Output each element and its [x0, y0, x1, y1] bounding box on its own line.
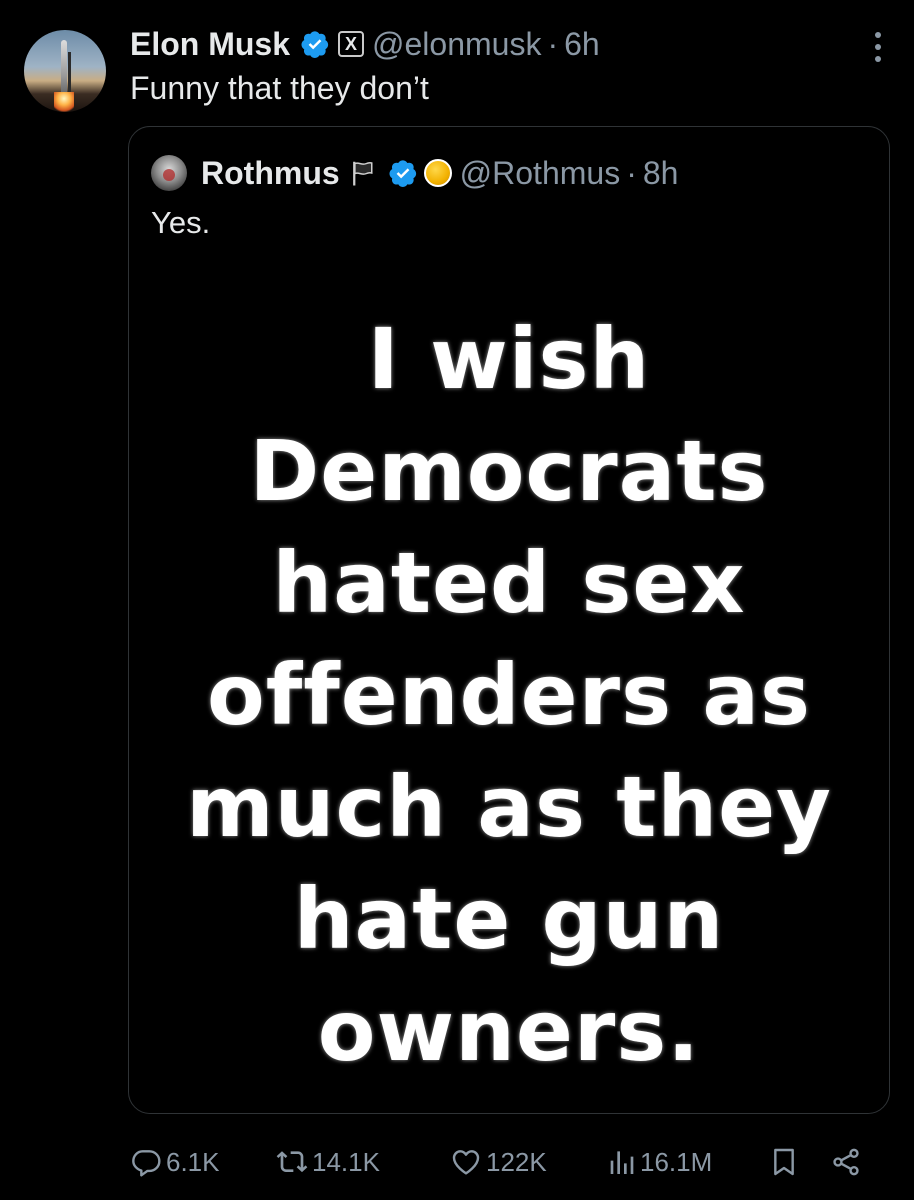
image-text: I wish Democrats hated sex offenders as … — [139, 303, 879, 1087]
image-text-line: offenders as — [206, 646, 812, 744]
more-dot — [875, 32, 881, 38]
quoted-post-header: Rothmus @Rothmus · 8h — [151, 153, 678, 193]
quoted-author-avatar[interactable] — [151, 155, 187, 191]
like-count: 122K — [486, 1146, 547, 1177]
header-separator: · — [547, 25, 559, 62]
views-count: 16.1M — [640, 1146, 713, 1177]
image-text-line: owners. — [317, 982, 701, 1080]
quoted-header-separator: · — [626, 154, 637, 191]
share-icon — [833, 1148, 859, 1176]
quoted-post-timestamp[interactable]: 8h — [643, 155, 679, 192]
affiliate-coin-badge-icon[interactable] — [423, 159, 452, 187]
more-options-icon[interactable] — [874, 32, 882, 62]
author-handle[interactable]: @elonmusk — [372, 26, 541, 63]
affiliate-x-badge-icon[interactable]: X — [338, 31, 365, 57]
like-button[interactable]: 122K — [450, 1140, 547, 1184]
reply-button[interactable]: 6.1K — [130, 1140, 220, 1184]
avatar-rocket-shape — [61, 40, 67, 100]
reply-count: 6.1K — [166, 1146, 220, 1177]
repost-count: 14.1K — [312, 1146, 380, 1177]
more-dot — [875, 44, 881, 50]
views-button[interactable]: 16.1M — [604, 1140, 712, 1184]
quoted-post-image[interactable]: I wish Democrats hated sex offenders as … — [129, 267, 889, 1113]
tweet[interactable]: Elon Musk X @elonmusk · 6h Funny that th… — [0, 0, 914, 1200]
image-text-line: Democrats — [249, 422, 769, 520]
post-timestamp[interactable]: 6h — [564, 26, 600, 63]
repost-icon — [276, 1151, 308, 1173]
verified-badge-icon[interactable] — [300, 29, 330, 59]
bookmark-button[interactable] — [768, 1140, 800, 1184]
quoted-post-text: Yes. — [151, 205, 211, 240]
share-button[interactable] — [830, 1140, 862, 1184]
author-name[interactable]: Elon Musk — [130, 26, 290, 63]
image-text-line: hate gun — [293, 870, 725, 968]
image-text-line: I wish — [367, 310, 651, 408]
verified-badge-icon[interactable] — [388, 158, 418, 188]
quoted-post[interactable]: Rothmus @Rothmus · 8h Yes. I wish Democr… — [128, 126, 890, 1114]
more-dot — [875, 56, 881, 62]
flag-icon — [352, 161, 373, 186]
reply-icon — [132, 1150, 161, 1177]
action-bar: 6.1K 14.1K 122K 16.1M — [128, 1140, 878, 1184]
post-text: Funny that they don’t — [130, 70, 429, 106]
heart-icon — [452, 1150, 480, 1175]
bookmark-icon — [774, 1148, 794, 1176]
quoted-author-name[interactable]: Rothmus — [201, 155, 340, 192]
image-text-line: hated sex — [272, 534, 746, 632]
avatar-flame-shape — [54, 92, 74, 112]
image-text-line: much as they — [186, 758, 832, 856]
views-chart-icon — [610, 1151, 634, 1174]
quoted-author-handle[interactable]: @Rothmus — [460, 155, 621, 192]
repost-button[interactable]: 14.1K — [276, 1140, 380, 1184]
post-header: Elon Musk X @elonmusk · 6h — [130, 24, 600, 64]
author-avatar[interactable] — [24, 30, 106, 112]
